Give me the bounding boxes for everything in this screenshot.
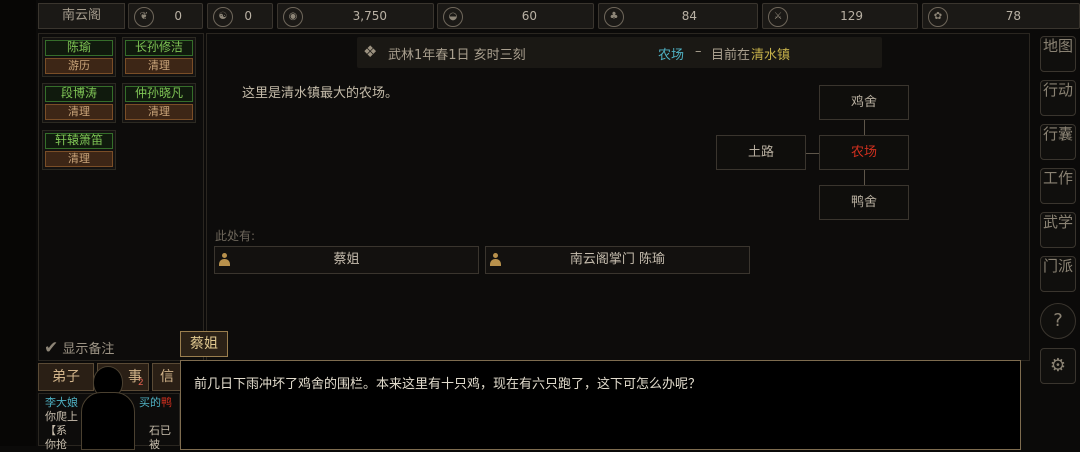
sword-icon: ⚔ <box>768 7 788 27</box>
side-menu-inventory[interactable]: 行囊 <box>1040 124 1076 160</box>
resource-value: 84 <box>681 9 697 23</box>
disciple-card[interactable]: 仲孙晓凡 清理 <box>122 83 196 123</box>
map-node-duck-coop[interactable]: 鸭舍 <box>819 185 909 220</box>
game-date: 武林1年春1日 亥时三刻 <box>388 48 526 63</box>
side-menu-martial-arts[interactable]: 武学 <box>1040 212 1076 248</box>
chat-line: 你抢 <box>45 438 67 451</box>
settings-icon[interactable]: ⚙ <box>1040 348 1076 384</box>
help-icon[interactable]: ? <box>1040 303 1076 339</box>
disciple-card[interactable]: 长孙修洁 清理 <box>122 37 196 77</box>
map-node-chicken-coop[interactable]: 鸡舍 <box>819 85 909 120</box>
resource-coins[interactable]: ◉ 3,750 <box>277 3 434 29</box>
map-connector <box>864 120 865 136</box>
resource-value: 3,750 <box>352 9 387 23</box>
show-notes-label: 显示备注 <box>62 342 115 357</box>
header-separator: – <box>695 44 702 59</box>
disciple-name: 段博涛 <box>45 86 113 102</box>
left-edge-strip <box>0 0 36 446</box>
resource-weapons[interactable]: ⚔ 129 <box>762 3 918 29</box>
disciple-name: 仲孙晓凡 <box>125 86 193 102</box>
disciple-card[interactable]: 段博涛 清理 <box>42 83 116 123</box>
map-connector <box>806 153 820 154</box>
npc-button[interactable]: 南云阁掌门 陈瑜 <box>485 246 750 274</box>
chat-line: 李大娘 <box>45 396 78 410</box>
resource-flowers[interactable]: ✿ 78 <box>922 3 1080 29</box>
chat-text: 买的 <box>139 396 161 409</box>
disciple-action: 清理 <box>45 104 113 120</box>
resource-value: 78 <box>1005 9 1021 23</box>
resource-reputation[interactable]: ❦ 0 <box>128 3 203 29</box>
disciple-card[interactable]: 陈瑜 游历 <box>42 37 116 77</box>
sect-name-button[interactable]: 南云阁 <box>38 3 125 29</box>
person-icon <box>219 253 230 266</box>
resource-value: 0 <box>244 9 252 23</box>
flower-icon: ✿ <box>928 7 948 27</box>
disciple-name: 陈瑜 <box>45 40 113 56</box>
map-connector <box>864 170 865 186</box>
disciple-name: 长孙修洁 <box>125 40 193 56</box>
npc-button[interactable]: 蔡姐 <box>214 246 479 274</box>
disciple-action: 游历 <box>45 58 113 74</box>
disciple-name: 轩辕箫笛 <box>45 133 113 149</box>
resource-value: 129 <box>840 9 863 23</box>
disciple-action: 清理 <box>45 151 113 167</box>
heart-swirl-icon: ❦ <box>134 7 154 27</box>
chat-speaker: 李大娘 <box>45 396 78 409</box>
compass-icon: ❖ <box>363 42 378 61</box>
side-menu-sect[interactable]: 门派 <box>1040 256 1076 292</box>
resource-value: 0 <box>174 9 182 23</box>
dialog-text: 前几日下雨冲坏了鸡舍的围栏。本来这里有十只鸡，现在有六只跑了，这下可怎么办呢？ <box>194 377 702 392</box>
side-menu-map[interactable]: 地图 <box>1040 36 1076 72</box>
chat-line-tail: 石已被 <box>149 424 171 451</box>
chat-highlight: 鸭 <box>161 396 172 409</box>
side-menu-actions[interactable]: 行动 <box>1040 80 1076 116</box>
currently-at-label: 目前在 <box>711 48 751 63</box>
npc-name: 蔡姐 <box>333 252 360 267</box>
resource-value: 60 <box>521 9 537 23</box>
disciple-action: 清理 <box>125 58 193 74</box>
side-menu-work[interactable]: 工作 <box>1040 168 1076 204</box>
coin-icon: ◉ <box>283 7 303 27</box>
map-node-current-farm: 农场 <box>819 135 909 170</box>
disciple-card[interactable]: 轩辕箫笛 清理 <box>42 130 116 170</box>
dialog-speaker-name: 蔡姐 <box>180 331 228 357</box>
speaker-silhouette <box>76 364 138 450</box>
disciple-action: 清理 <box>125 104 193 120</box>
resource-herbs[interactable]: ♣ 84 <box>598 3 758 29</box>
map-node-dirt-road[interactable]: 土路 <box>716 135 806 170</box>
tab-letters[interactable]: 信 <box>152 363 182 391</box>
yinyang-icon: ☯ <box>213 7 233 27</box>
chat-line: 你爬上 <box>45 410 78 423</box>
show-notes-toggle[interactable]: ✔ 显示备注 <box>44 338 144 358</box>
town-name: 清水镇 <box>751 48 791 63</box>
person-icon <box>490 253 501 266</box>
chat-line-tail: 买的鸭 <box>139 396 172 410</box>
dialog-box[interactable]: 前几日下雨冲坏了鸡舍的围栏。本来这里有十只鸡，现在有六只跑了，这下可怎么办呢？ <box>180 360 1021 450</box>
food-bowl-icon: ◒ <box>443 7 463 27</box>
location-description: 这里是清水镇最大的农场。 <box>242 86 399 101</box>
location-name: 农场 <box>658 48 685 63</box>
location-header: ❖ 武林1年春1日 亥时三刻 农场 – 目前在 清水镇 <box>357 37 882 68</box>
here-label: 此处有: <box>215 229 256 243</box>
herb-icon: ♣ <box>604 7 624 27</box>
checkmark-icon: ✔ <box>44 338 59 358</box>
resource-food[interactable]: ◒ 60 <box>437 3 594 29</box>
npc-name: 南云阁掌门 陈瑜 <box>569 252 666 267</box>
chat-line: 【系 <box>45 424 67 437</box>
resource-morality[interactable]: ☯ 0 <box>207 3 273 29</box>
